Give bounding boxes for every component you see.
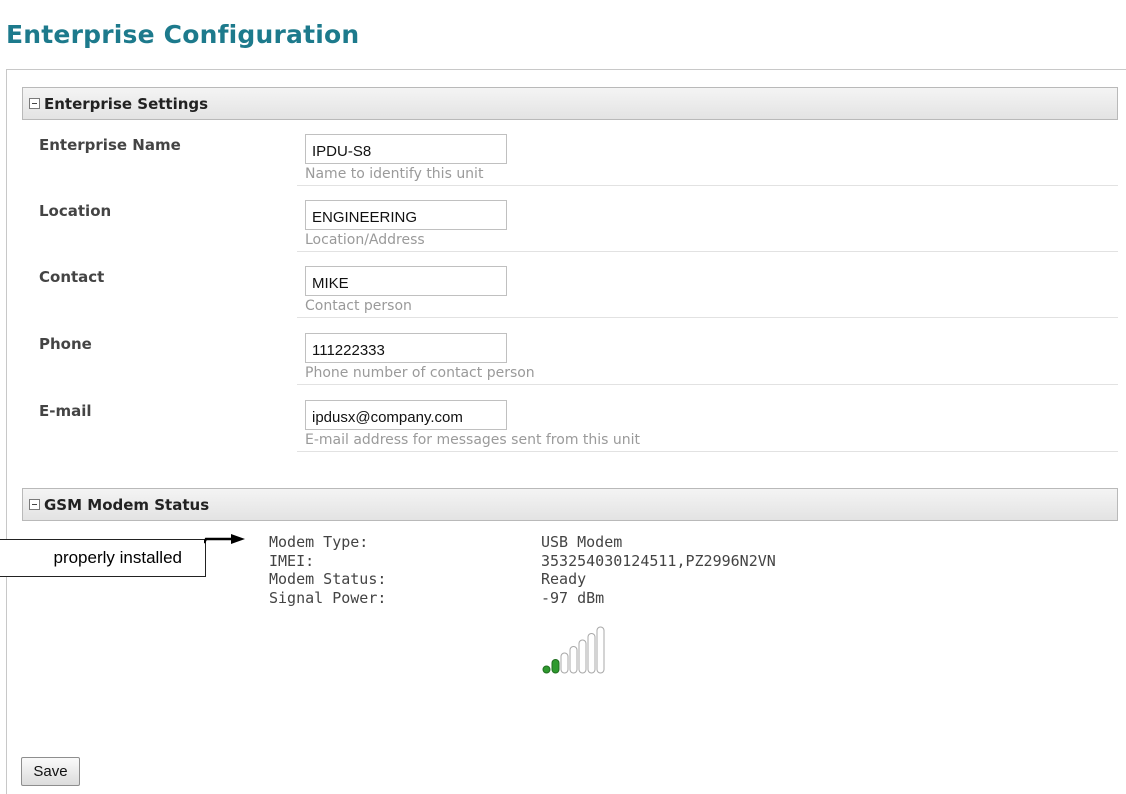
divider xyxy=(297,451,1118,452)
status-key: Signal Power: xyxy=(269,588,387,607)
field-label: Phone xyxy=(39,335,92,353)
section-title: GSM Modem Status xyxy=(44,495,210,514)
status-value: -97 dBm xyxy=(541,588,605,607)
signal-bar xyxy=(569,646,578,674)
divider xyxy=(297,384,1118,385)
collapse-icon[interactable] xyxy=(29,499,40,510)
divider xyxy=(297,317,1118,318)
status-row-signal-power: Signal Power: -97 dBm xyxy=(269,589,776,608)
contact-input[interactable] xyxy=(305,266,507,296)
email-input[interactable] xyxy=(305,400,507,430)
field-label: Contact xyxy=(39,268,105,286)
field-row-contact: Contact Contact person xyxy=(22,252,1118,318)
status-value: 353254030124511,PZ2996N2VN xyxy=(541,551,776,570)
signal-bar xyxy=(560,652,569,674)
status-row-modem-status: Modem Status: Ready xyxy=(269,570,776,589)
field-label: E-mail xyxy=(39,402,92,420)
status-row-modem-type: Modem Type: USB Modem xyxy=(269,533,776,552)
page-title: Enterprise Configuration xyxy=(6,20,360,49)
section-title: Enterprise Settings xyxy=(44,94,209,113)
field-hint: Location/Address xyxy=(305,232,425,248)
enterprise-settings-header[interactable]: Enterprise Settings xyxy=(22,87,1118,120)
status-key: Modem Status: xyxy=(269,570,387,588)
field-hint: Contact person xyxy=(305,298,412,314)
field-label: Enterprise Name xyxy=(39,136,181,154)
callout-box: properly installed xyxy=(0,539,206,577)
arrow-right-icon xyxy=(204,534,245,544)
signal-bar xyxy=(542,665,551,674)
field-row-email: E-mail E-mail address for messages sent … xyxy=(22,386,1118,452)
status-value: Ready xyxy=(541,570,587,588)
signal-strength-icon xyxy=(542,626,605,674)
field-row-location: Location Location/Address xyxy=(22,186,1118,252)
status-row-imei: IMEI: 353254030124511,PZ2996N2VN xyxy=(269,552,776,571)
enterprise-name-input[interactable] xyxy=(305,134,507,164)
field-hint: Phone number of contact person xyxy=(305,365,535,381)
callout-text: properly installed xyxy=(53,548,182,567)
signal-bar xyxy=(596,626,605,674)
field-row-enterprise-name: Enterprise Name Name to identify this un… xyxy=(22,120,1118,186)
field-hint: E-mail address for messages sent from th… xyxy=(305,432,641,448)
field-label: Location xyxy=(39,202,112,220)
location-input[interactable] xyxy=(305,200,507,230)
status-key: IMEI: xyxy=(269,551,315,570)
modem-status-list: Modem Type: USB Modem IMEI: 353254030124… xyxy=(269,533,776,607)
status-value: USB Modem xyxy=(541,533,623,551)
field-row-phone: Phone Phone number of contact person xyxy=(22,319,1118,385)
signal-bar xyxy=(578,639,587,674)
gsm-modem-status-header[interactable]: GSM Modem Status xyxy=(22,488,1118,521)
signal-bar xyxy=(587,633,596,674)
field-hint: Name to identify this unit xyxy=(305,166,484,182)
signal-bar xyxy=(551,659,560,674)
status-key: Modem Type: xyxy=(269,533,369,551)
phone-input[interactable] xyxy=(305,333,507,363)
save-button[interactable]: Save xyxy=(21,757,80,786)
collapse-icon[interactable] xyxy=(29,98,40,109)
